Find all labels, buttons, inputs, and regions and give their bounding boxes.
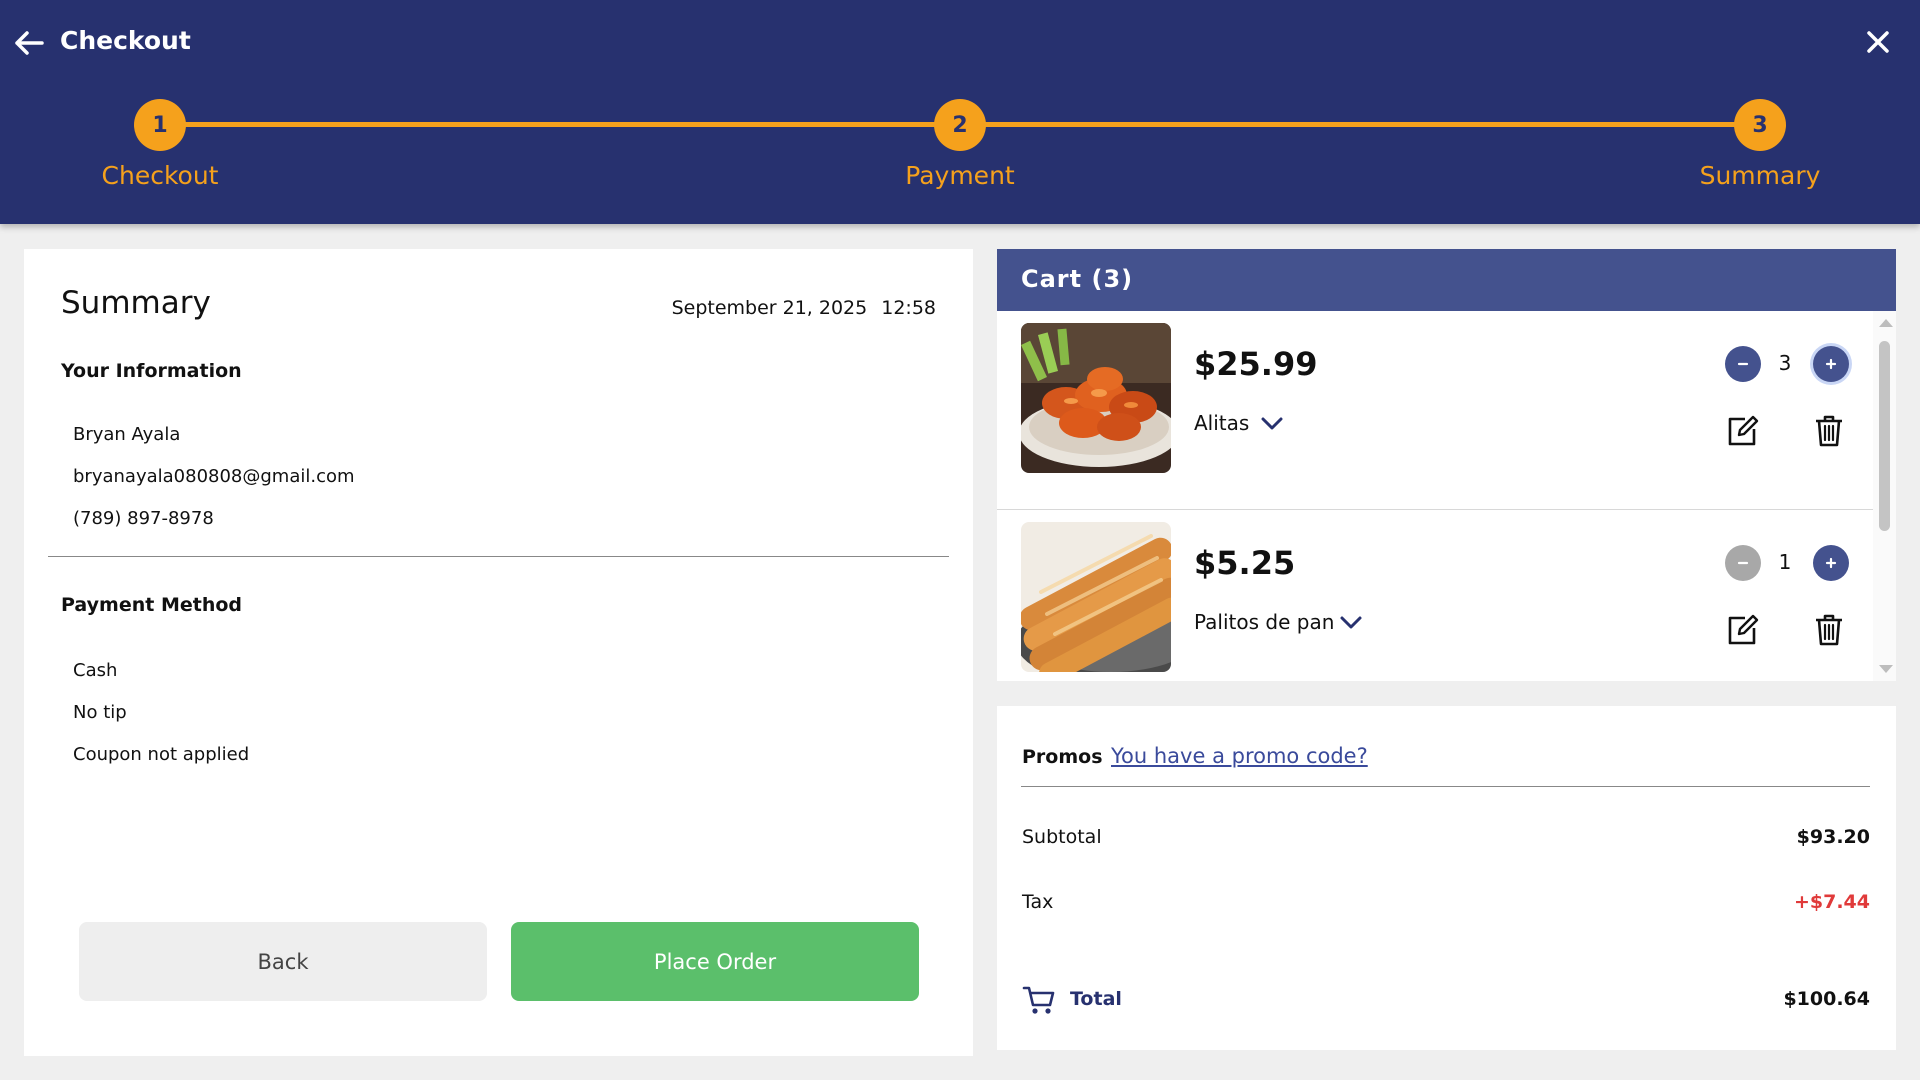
promo-code-link[interactable]: You have a promo code? bbox=[1111, 744, 1368, 768]
chicken-wings-photo bbox=[1021, 323, 1171, 473]
order-time: 12:58 bbox=[881, 297, 936, 319]
order-datetime: September 21, 2025 12:58 bbox=[672, 297, 936, 319]
shopping-cart-icon bbox=[1022, 986, 1055, 1014]
totals-panel: Promos You have a promo code? Subtotal $… bbox=[997, 706, 1896, 1050]
checkout-header: Checkout 1 Checkout 2 Payment 3 Summary bbox=[0, 0, 1920, 224]
customer-email: bryanayala080808@gmail.com bbox=[73, 466, 355, 487]
item-name: Alitas bbox=[1194, 411, 1250, 435]
customer-phone: (789) 897-8978 bbox=[73, 508, 214, 529]
increase-quantity-button[interactable] bbox=[1813, 346, 1849, 382]
subtotal-label: Subtotal bbox=[1022, 826, 1102, 848]
payment-method-value: Cash bbox=[73, 660, 118, 681]
cart-scrollbar[interactable] bbox=[1873, 311, 1896, 681]
plus-icon bbox=[1825, 557, 1837, 569]
step-label: Payment bbox=[905, 161, 1015, 190]
chevron-down-icon bbox=[1261, 417, 1283, 430]
payment-method-title: Payment Method bbox=[61, 594, 243, 616]
step-number: 1 bbox=[134, 99, 186, 151]
chevron-down-icon bbox=[1340, 616, 1362, 629]
cart-item: $5.25 Palitos de pan 1 bbox=[997, 510, 1873, 681]
item-price: $5.25 bbox=[1194, 544, 1296, 582]
decrease-quantity-button[interactable] bbox=[1725, 545, 1761, 581]
scroll-down-arrow-icon[interactable] bbox=[1879, 665, 1893, 673]
tax-value: +$7.44 bbox=[1793, 891, 1870, 913]
item-details-toggle[interactable]: Palitos de pan bbox=[1194, 610, 1364, 634]
breadsticks-photo bbox=[1021, 522, 1171, 672]
tip-value: No tip bbox=[73, 702, 127, 723]
item-details-toggle[interactable]: Alitas bbox=[1194, 411, 1285, 435]
trash-icon[interactable] bbox=[1813, 414, 1845, 448]
cart-title: Cart (3) bbox=[1021, 265, 1134, 293]
item-quantity: 3 bbox=[1778, 351, 1792, 375]
place-order-button[interactable]: Place Order bbox=[511, 922, 919, 1001]
summary-title: Summary bbox=[61, 285, 211, 321]
section-divider bbox=[48, 556, 949, 557]
step-label: Summary bbox=[1699, 161, 1821, 190]
breadsticks-image bbox=[1021, 522, 1171, 672]
back-button[interactable]: Back bbox=[79, 922, 487, 1001]
item-quantity: 1 bbox=[1778, 550, 1792, 574]
scroll-up-arrow-icon[interactable] bbox=[1879, 319, 1893, 327]
item-price: $25.99 bbox=[1194, 345, 1318, 383]
totals-divider bbox=[1021, 786, 1870, 787]
step-payment: 2 Payment bbox=[860, 99, 1060, 199]
chicken-wings-image bbox=[1021, 323, 1171, 473]
cart-panel: Cart (3) $25.99 Alitas 3 $5.25 Palitos d… bbox=[997, 249, 1896, 681]
edit-icon[interactable] bbox=[1725, 613, 1759, 647]
trash-icon[interactable] bbox=[1813, 613, 1845, 647]
edit-icon[interactable] bbox=[1725, 414, 1759, 448]
plus-icon bbox=[1825, 358, 1837, 370]
minus-icon bbox=[1737, 362, 1749, 366]
scroll-thumb[interactable] bbox=[1879, 341, 1890, 531]
item-name: Palitos de pan bbox=[1194, 610, 1335, 634]
close-icon[interactable] bbox=[1862, 26, 1894, 58]
your-information-title: Your Information bbox=[61, 360, 242, 382]
coupon-value: Coupon not applied bbox=[73, 744, 250, 765]
step-checkout: 1 Checkout bbox=[60, 99, 260, 199]
total-value: $100.64 bbox=[1783, 988, 1870, 1010]
total-label: Total bbox=[1070, 988, 1122, 1010]
step-number: 3 bbox=[1734, 99, 1786, 151]
tax-label: Tax bbox=[1022, 891, 1054, 913]
cart-header: Cart (3) bbox=[997, 249, 1896, 311]
header-title: Checkout bbox=[60, 26, 191, 55]
back-arrow-icon[interactable] bbox=[12, 26, 46, 60]
minus-icon bbox=[1737, 561, 1749, 565]
customer-name: Bryan Ayala bbox=[73, 424, 181, 445]
summary-panel: Summary September 21, 2025 12:58 Your Inf… bbox=[24, 249, 973, 1056]
step-summary: 3 Summary bbox=[1660, 99, 1860, 199]
cart-item: $25.99 Alitas 3 bbox=[997, 311, 1873, 510]
step-number: 2 bbox=[934, 99, 986, 151]
subtotal-value: $93.20 bbox=[1796, 826, 1870, 848]
order-date: September 21, 2025 bbox=[671, 297, 868, 319]
promos-label: Promos bbox=[1022, 746, 1103, 768]
step-label: Checkout bbox=[101, 161, 219, 190]
increase-quantity-button[interactable] bbox=[1813, 545, 1849, 581]
decrease-quantity-button[interactable] bbox=[1725, 346, 1761, 382]
